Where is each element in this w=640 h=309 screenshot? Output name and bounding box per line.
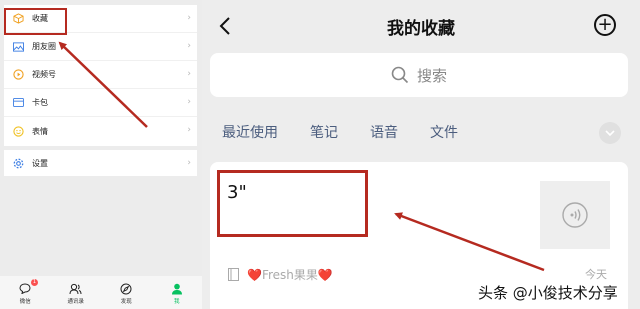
- chevron-right-icon: ›: [187, 125, 191, 135]
- filter-files[interactable]: 文件: [430, 122, 458, 142]
- tab-chats[interactable]: 1 微信: [0, 276, 51, 309]
- voice-thumbnail: [540, 181, 610, 249]
- card-date: 今天: [585, 268, 607, 281]
- tab-label: 通讯录: [67, 299, 84, 305]
- menu-item-stickers[interactable]: 表情 ›: [4, 117, 197, 145]
- watermark: 头条 @小俊技术分享: [478, 284, 618, 302]
- add-button[interactable]: +: [594, 14, 616, 36]
- tab-label: 微信: [19, 299, 31, 305]
- menu-item-label: 卡包: [32, 98, 48, 107]
- menu-item-settings[interactable]: 设置 ›: [4, 150, 197, 176]
- chevron-right-icon: ›: [187, 41, 191, 51]
- filter-voice[interactable]: 语音: [370, 122, 398, 142]
- menu-item-channels[interactable]: 视频号 ›: [4, 61, 197, 89]
- left-panel: 收藏 › 朋友圈 › 视频号 › 卡包 › 表情 › 设置 › 1 微信 通讯录…: [0, 0, 202, 309]
- favorites-page: 我的收藏 + 搜索 最近使用 笔记 语音 文件 3" ❤️Fresh果果❤️ 今…: [202, 0, 640, 309]
- tab-contacts[interactable]: 通讯录: [51, 276, 102, 309]
- tab-label: 发现: [120, 299, 132, 305]
- filter-recent[interactable]: 最近使用: [222, 122, 278, 142]
- menu-item-label: 表情: [32, 126, 48, 136]
- contacts-icon: [69, 282, 82, 295]
- tab-me[interactable]: 我: [152, 276, 203, 309]
- chevron-right-icon: ›: [187, 69, 191, 79]
- person-icon: [170, 282, 183, 295]
- gear-icon: [12, 157, 24, 169]
- page-title: 我的收藏: [387, 19, 455, 39]
- filter-tabs: 最近使用 笔记 语音 文件: [222, 122, 490, 142]
- chevron-right-icon: ›: [187, 97, 191, 107]
- play-circle-icon: [12, 69, 24, 81]
- menu-item-label: 视频号: [32, 70, 56, 79]
- unread-badge: 1: [31, 279, 38, 286]
- voice-wave-icon: [562, 202, 588, 228]
- search-placeholder: 搜索: [416, 66, 447, 85]
- highlight-box-favorites: [4, 8, 67, 35]
- filter-notes[interactable]: 笔记: [310, 122, 338, 142]
- chevron-right-icon: ›: [187, 13, 191, 23]
- menu-item-label: 朋友圈: [32, 42, 56, 51]
- expand-filters-button[interactable]: [599, 122, 621, 144]
- chevron-down-icon: [605, 130, 615, 136]
- search-icon: [391, 65, 411, 85]
- bottom-tab-bar: 1 微信 通讯录 发现 我: [0, 276, 202, 309]
- chevron-right-icon: ›: [187, 158, 191, 168]
- highlight-box-note: [217, 170, 368, 237]
- note-icon: [228, 267, 240, 282]
- settings-group: 设置 ›: [4, 150, 197, 176]
- tab-discover[interactable]: 发现: [101, 276, 152, 309]
- menu-item-cards[interactable]: 卡包 ›: [4, 89, 197, 117]
- card-wallet-icon: [12, 97, 24, 109]
- source-name: ❤️Fresh果果❤️: [247, 268, 333, 282]
- compass-icon: [120, 282, 133, 295]
- search-bar[interactable]: 搜索: [210, 53, 628, 97]
- card-footer: ❤️Fresh果果❤️: [228, 266, 333, 283]
- photo-icon: [12, 41, 24, 53]
- chat-bubble-icon: [19, 282, 32, 295]
- smiley-icon: [12, 125, 24, 137]
- menu-item-label: 设置: [32, 158, 48, 168]
- tab-label: 我: [173, 299, 180, 305]
- menu-item-moments[interactable]: 朋友圈 ›: [4, 33, 197, 61]
